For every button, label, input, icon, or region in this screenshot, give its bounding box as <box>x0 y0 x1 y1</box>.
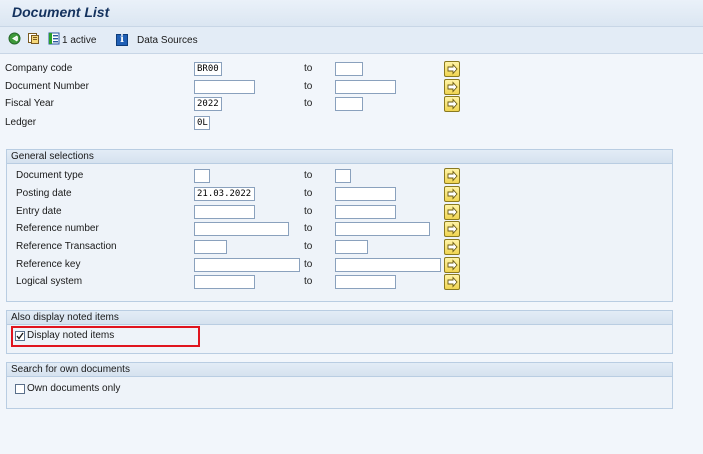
entry-date-to-input[interactable] <box>335 205 396 219</box>
logical-system-from-input[interactable] <box>194 275 255 289</box>
own-documents-only-checkbox[interactable] <box>15 384 25 394</box>
posting-date-to-input[interactable] <box>335 187 396 201</box>
reference-number-to-input[interactable] <box>335 222 430 236</box>
document-type-label: Document type <box>16 170 84 181</box>
variant-button[interactable] <box>27 33 40 47</box>
general-selections-header: General selections <box>7 150 672 164</box>
fiscal-year-to-label: to <box>304 98 313 109</box>
company-code-from-input[interactable]: BR00 <box>194 62 222 76</box>
document-number-label: Document Number <box>5 81 89 92</box>
multiple-selection-arrow-icon <box>445 63 459 79</box>
data-sources-button[interactable]: i Data Sources <box>116 33 198 47</box>
page-title: Document List <box>12 4 110 20</box>
multiple-selection-arrow-icon <box>445 188 459 204</box>
reference-number-to-label: to <box>304 223 313 234</box>
company-code-to-input[interactable] <box>335 62 363 76</box>
ledger-label: Ledger <box>5 117 37 128</box>
title-bar: Document List <box>0 0 703 27</box>
noted-items-header: Also display noted items <box>7 311 672 325</box>
reference-transaction-from-input[interactable] <box>194 240 227 254</box>
save-variant-icon <box>27 32 40 48</box>
execute-icon <box>8 32 21 48</box>
own-documents-header: Search for own documents <box>7 363 672 377</box>
reference-transaction-label: Reference Transaction <box>16 241 117 252</box>
display-noted-items-checkbox[interactable] <box>15 331 25 341</box>
document-number-from-input[interactable] <box>194 80 255 94</box>
reference-key-from-input[interactable] <box>194 258 300 272</box>
logical-system-to-input[interactable] <box>335 275 396 289</box>
display-noted-items-label: Display noted items <box>27 330 115 341</box>
logical-system-label: Logical system <box>16 276 83 287</box>
document-number-to-input[interactable] <box>335 80 396 94</box>
reference-key-to-label: to <box>304 259 313 270</box>
multiple-selection-arrow-icon <box>445 276 459 292</box>
reference-key-label: Reference key <box>16 259 81 270</box>
dynamic-selections-button[interactable]: 1 active <box>48 32 97 48</box>
own-documents-only-label: Own documents only <box>27 383 121 394</box>
document-number-to-label: to <box>304 81 313 92</box>
execute-button[interactable] <box>8 32 21 48</box>
document-type-to-input[interactable] <box>335 169 351 183</box>
reference-key-to-input[interactable] <box>335 258 441 272</box>
entry-date-multiple-selection-button[interactable] <box>444 204 460 220</box>
posting-date-from-input[interactable]: 21.03.2022 <box>194 187 255 201</box>
entry-date-from-input[interactable] <box>194 205 255 219</box>
posting-date-to-label: to <box>304 188 313 199</box>
logical-system-to-label: to <box>304 276 313 287</box>
document-type-to-label: to <box>304 170 313 181</box>
multiple-selection-arrow-icon <box>445 241 459 257</box>
reference-key-multiple-selection-button[interactable] <box>444 257 460 273</box>
multiple-selection-arrow-icon <box>445 98 459 114</box>
fiscal-year-multiple-selection-button[interactable] <box>444 96 460 112</box>
posting-date-label: Posting date <box>16 188 72 199</box>
fiscal-year-from-input[interactable]: 2022 <box>194 97 222 111</box>
multiple-selection-arrow-icon <box>445 223 459 239</box>
reference-number-multiple-selection-button[interactable] <box>444 221 460 237</box>
reference-transaction-to-label: to <box>304 241 313 252</box>
posting-date-multiple-selection-button[interactable] <box>444 186 460 202</box>
reference-transaction-to-input[interactable] <box>335 240 368 254</box>
document-number-multiple-selection-button[interactable] <box>444 79 460 95</box>
entry-date-label: Entry date <box>16 206 62 217</box>
reference-number-from-input[interactable] <box>194 222 289 236</box>
active-count-label: 1 active <box>62 34 97 46</box>
selection-screen: Company code BR00 to Document Number to … <box>0 54 703 454</box>
logical-system-multiple-selection-button[interactable] <box>444 274 460 290</box>
application-toolbar: 1 active i Data Sources <box>0 27 703 54</box>
info-icon: i <box>116 34 128 46</box>
document-type-multiple-selection-button[interactable] <box>444 168 460 184</box>
data-sources-label: Data Sources <box>137 34 198 46</box>
dynamic-selections-icon <box>48 32 60 48</box>
entry-date-to-label: to <box>304 206 313 217</box>
reference-transaction-multiple-selection-button[interactable] <box>444 239 460 255</box>
document-type-from-input[interactable] <box>194 169 210 183</box>
fiscal-year-label: Fiscal Year <box>5 98 54 109</box>
company-code-multiple-selection-button[interactable] <box>444 61 460 77</box>
multiple-selection-arrow-icon <box>445 170 459 186</box>
fiscal-year-to-input[interactable] <box>335 97 363 111</box>
ledger-input[interactable]: 0L <box>194 116 210 130</box>
company-code-label: Company code <box>5 63 73 74</box>
company-code-to-label: to <box>304 63 313 74</box>
reference-number-label: Reference number <box>16 223 99 234</box>
